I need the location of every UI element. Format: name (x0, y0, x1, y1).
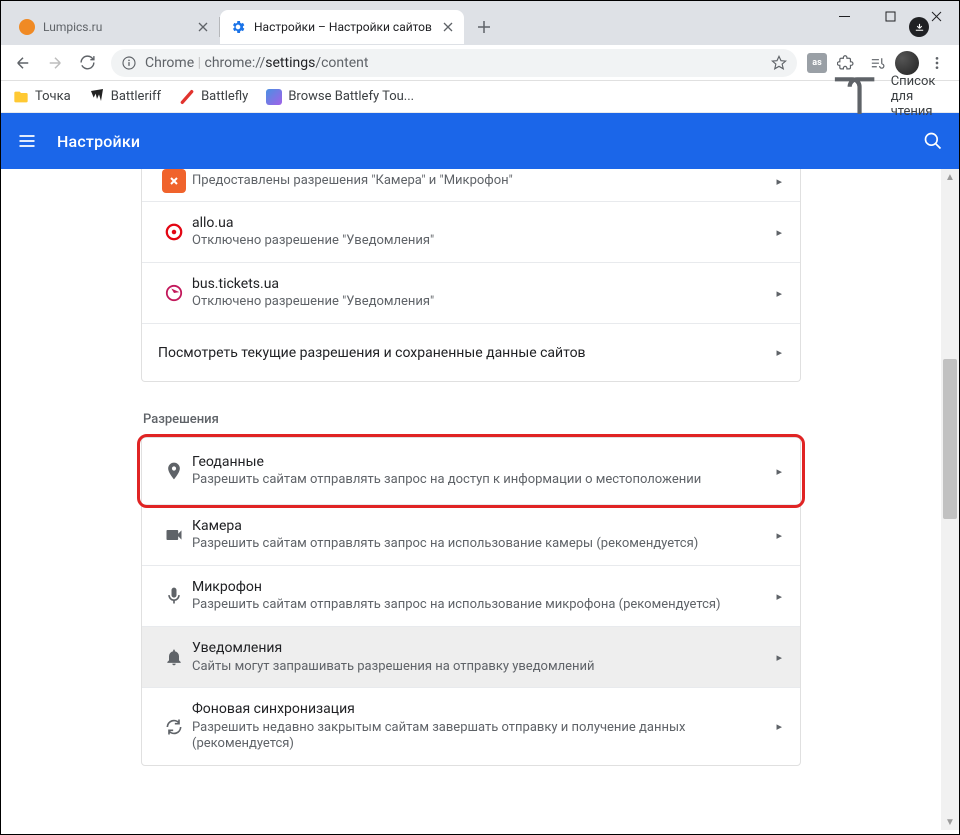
site-favicon (156, 220, 192, 244)
permission-title: Фоновая синхронизация (192, 700, 776, 718)
reload-button[interactable] (73, 49, 101, 77)
permission-camera[interactable]: Камера Разрешить сайтам отправлять запро… (142, 504, 800, 565)
site-desc: Предоставлены разрешения "Камера" и "Мик… (192, 173, 776, 190)
permissions-card: Геоданные Разрешить сайтам отправлять за… (141, 437, 801, 766)
chevron-right-icon: ▸ (776, 346, 782, 359)
camera-icon (156, 525, 192, 545)
permission-background-sync[interactable]: Фоновая синхронизация Разрешить недавно … (142, 687, 800, 765)
url-text: Chrome | chrome://settings/content (145, 55, 368, 71)
scrollbar[interactable]: ▲ ▼ (941, 169, 959, 830)
reading-list-label: Список для чтения (891, 74, 947, 119)
chevron-right-icon: ▸ (776, 720, 782, 733)
chevron-right-icon: ▸ (776, 175, 782, 188)
chevron-right-icon: ▸ (776, 529, 782, 542)
bookmark-tochka[interactable]: Точка (13, 89, 71, 105)
titlebar: Lumpics.ru Настройки – Настройки сайтов (1, 1, 959, 45)
scroll-up-icon[interactable]: ▲ (941, 169, 959, 185)
claws-icon (89, 89, 105, 105)
permission-microphone[interactable]: Микрофон Разрешить сайтам отправлять зап… (142, 565, 800, 626)
chevron-right-icon: ▸ (776, 465, 782, 478)
maximize-button[interactable] (867, 1, 913, 31)
toolbar: Chrome | chrome://settings/content as (1, 45, 959, 81)
omnibox[interactable]: Chrome | chrome://settings/content (111, 49, 797, 77)
bookmark-label: Browse Battlefy Tou... (288, 89, 414, 104)
permission-title: Камера (192, 517, 776, 535)
bookmark-star-icon[interactable] (771, 55, 787, 71)
bell-icon (156, 647, 192, 667)
permission-title: Геоданные (192, 453, 776, 471)
close-icon[interactable] (440, 19, 456, 35)
site-name: bus.tickets.ua (192, 275, 776, 293)
close-window-button[interactable] (913, 1, 959, 31)
permissions-section-header: Разрешения (141, 382, 801, 437)
grid-icon (266, 89, 282, 105)
settings-menu-button[interactable] (17, 131, 37, 151)
site-row-camera-mic[interactable]: Предоставлены разрешения "Камера" и "Мик… (142, 169, 800, 201)
tab-title: Lumpics.ru (43, 20, 187, 34)
site-desc: Отключено разрешение "Уведомления" (192, 294, 776, 311)
all-sites-row[interactable]: Посмотреть текущие разрешения и сохранен… (142, 323, 800, 381)
scrollbar-thumb[interactable] (943, 359, 957, 519)
bookmarks-bar: Точка Battleriff Battlefly Browse Battle… (1, 81, 959, 113)
reading-list-button[interactable]: Список для чтения (825, 67, 947, 126)
chevron-right-icon: ▸ (776, 651, 782, 664)
site-row-allo[interactable]: allo.ua Отключено разрешение "Уведомлени… (142, 201, 800, 262)
reading-list-icon (825, 67, 884, 126)
settings-search-button[interactable] (923, 131, 943, 151)
chevron-right-icon: ▸ (776, 226, 782, 239)
scroll-down-icon[interactable]: ▼ (941, 814, 959, 830)
site-name: allo.ua (192, 214, 776, 232)
chevron-right-icon: ▸ (776, 287, 782, 300)
recent-activity-card: Предоставлены разрешения "Камера" и "Мик… (141, 169, 801, 382)
permission-notifications[interactable]: Уведомления Сайты могут запрашивать разр… (142, 626, 800, 687)
permission-desc: Разрешить сайтам отправлять запрос на ис… (192, 597, 776, 614)
new-tab-button[interactable] (470, 13, 498, 41)
favicon-lumpics (19, 19, 35, 35)
permission-desc: Разрешить сайтам отправлять запрос на до… (192, 472, 776, 489)
window-controls (821, 1, 959, 31)
tab-lumpics[interactable]: Lumpics.ru (9, 10, 219, 44)
permission-desc: Сайты могут запрашивать разрешения на от… (192, 659, 776, 676)
bookmark-battleriff[interactable]: Battleriff (89, 89, 161, 105)
permission-location[interactable]: Геоданные Разрешить сайтам отправлять за… (142, 438, 800, 504)
sync-icon (156, 717, 192, 737)
permission-desc: Разрешить недавно закрытым сайтам заверш… (192, 720, 776, 754)
bookmark-label: Battlefly (201, 89, 248, 104)
close-icon[interactable] (195, 19, 211, 35)
bookmark-battlefy[interactable]: Browse Battlefy Tou... (266, 89, 414, 105)
folder-icon (13, 89, 29, 105)
permission-title: Уведомления (192, 639, 776, 657)
bookmark-label: Battleriff (111, 89, 161, 104)
chevron-right-icon: ▸ (776, 590, 782, 603)
back-button[interactable] (9, 49, 37, 77)
site-info-icon[interactable] (121, 55, 137, 71)
minimize-button[interactable] (821, 1, 867, 31)
all-sites-label: Посмотреть текущие разрешения и сохранен… (156, 344, 776, 362)
permission-desc: Разрешить сайтам отправлять запрос на ис… (192, 536, 776, 553)
favicon-settings (230, 19, 246, 35)
settings-header: Настройки (1, 113, 959, 169)
forward-button[interactable] (41, 49, 69, 77)
location-icon (156, 461, 192, 481)
settings-content: Предоставлены разрешения "Камера" и "Мик… (1, 169, 941, 834)
extension-lastfm-icon[interactable]: as (807, 53, 827, 73)
site-desc: Отключено разрешение "Уведомления" (192, 233, 776, 250)
settings-title: Настройки (57, 132, 140, 151)
slash-icon (179, 89, 195, 105)
bookmark-battlefly[interactable]: Battlefly (179, 89, 248, 105)
tab-title: Настройки – Настройки сайтов (254, 20, 432, 34)
site-favicon (156, 169, 192, 193)
site-row-bustickets[interactable]: bus.tickets.ua Отключено разрешение "Уве… (142, 262, 800, 323)
site-favicon (156, 281, 192, 305)
permission-title: Микрофон (192, 578, 776, 596)
bookmark-label: Точка (35, 89, 71, 104)
tab-settings[interactable]: Настройки – Настройки сайтов (220, 10, 464, 44)
mic-icon (156, 586, 192, 606)
